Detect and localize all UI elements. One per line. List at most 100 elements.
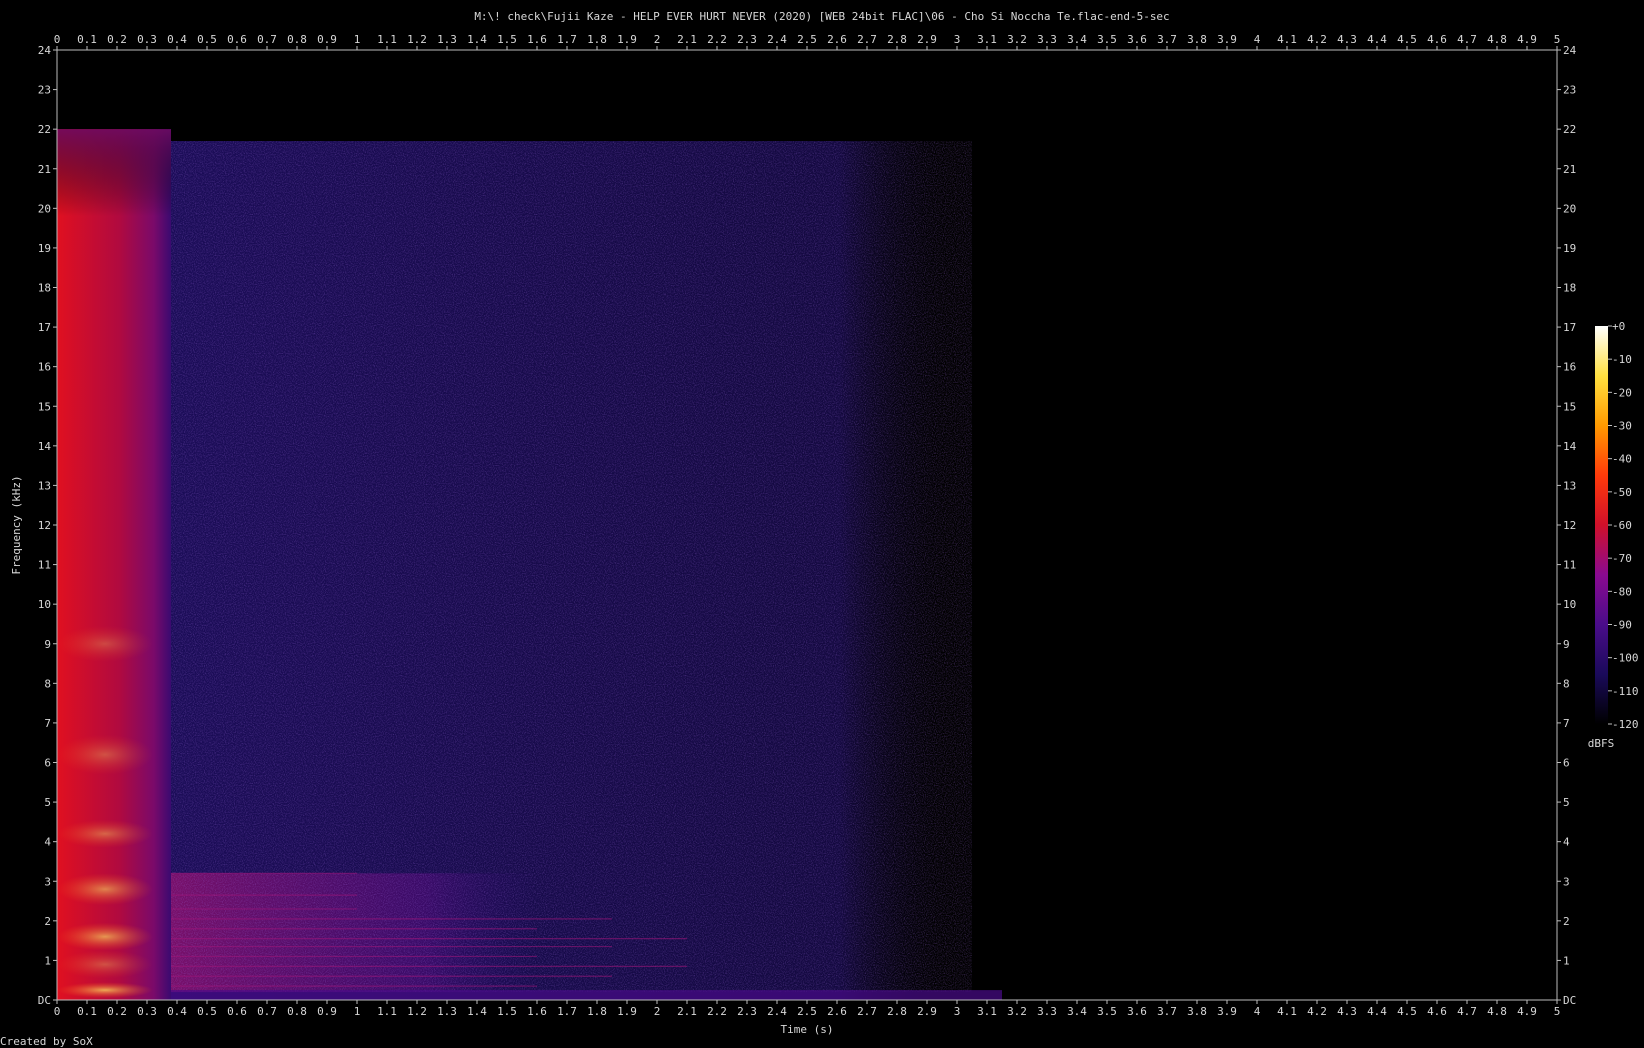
colorbar-tick-label: -100 [1612,652,1639,665]
x-tick-label: 5 [1554,1005,1561,1018]
y-tick-label: 7 [44,717,51,730]
x-tick-label: 0.3 [137,1005,157,1018]
y-tick-label: 18 [1563,282,1576,295]
colorbar: +0 -10 -20 -30 -40 -50 -60 -70 -80 -90 -100 -110 -12… [1588,320,1639,750]
x-tick-label: 2.4 [767,1005,787,1018]
x-tick-label: 0.9 [317,33,337,46]
x-tick-label: 1.4 [467,33,487,46]
y-tick-label: 12 [1563,519,1576,532]
y-tick-label: 24 [1563,44,1577,57]
x-tick-label: 1.5 [497,1005,517,1018]
chart-title: M:\! check\Fujii Kaze - HELP EVER HURT N… [474,10,1169,23]
x-tick-label: 4.9 [1517,1005,1537,1018]
y-tick-label: 19 [1563,242,1576,255]
energy-band [57,625,153,662]
colorbar-tick-label: -30 [1612,420,1632,433]
x-tick-label: 2.1 [677,33,697,46]
x-tick-label: 2.5 [797,1005,817,1018]
x-tick-label: 1.2 [407,1005,427,1018]
energy-band [57,922,153,951]
x-tick-label: 2.8 [887,1005,907,1018]
plot-area [56,49,1558,1001]
x-tick-label: 1.8 [587,1005,607,1018]
x-tick-label: 1.3 [437,33,457,46]
colorbar-tick-label: -80 [1612,585,1632,598]
energy-band [57,950,153,979]
x-tick-label: 1.3 [437,1005,457,1018]
x-tick-label: 1.4 [467,1005,487,1018]
x-tick-label: 1.9 [617,33,637,46]
x-tick-label: 2.9 [917,1005,937,1018]
y-tick-label: 9 [44,638,51,651]
x-tick-label: 0.3 [137,33,157,46]
x-tick-label: 2 [654,1005,661,1018]
x-tick-label: 2.1 [677,1005,697,1018]
x-tick-label: 1.5 [497,33,517,46]
x-tick-label: 1.1 [377,1005,397,1018]
colorbar-tick-label: -10 [1612,353,1632,366]
x-axis-label: Time (s) [781,1023,834,1036]
x-tick-label: 1 [354,1005,361,1018]
x-tick-label: 3.6 [1127,1005,1147,1018]
y-tick-label: 15 [38,400,51,413]
y-tick-label: 21 [1563,163,1576,176]
y-tick-label: 3 [44,875,51,888]
y-tick-label: 13 [1563,479,1576,492]
x-tick-label: 3.8 [1187,33,1207,46]
x-tick-label: 4.4 [1367,33,1387,46]
x-tick-label: 0.8 [287,1005,307,1018]
y-tick-label: 17 [38,321,51,334]
x-tick-label: 4.2 [1307,33,1327,46]
x-tick-label: 0.4 [167,1005,187,1018]
x-tick-label: 2.4 [767,33,787,46]
x-tick-label: 4.3 [1337,33,1357,46]
y-tick-label: 1 [44,954,51,967]
colorbar-tick-label: -60 [1612,519,1632,532]
y-tick-label: 11 [38,559,51,572]
dc-strip [171,990,1002,1000]
y-tick-label: 16 [1563,361,1576,374]
x-tick-label: 3.5 [1097,1005,1117,1018]
noise-texture [171,141,972,993]
y-tick-label: 22 [1563,123,1576,136]
x-tick-label: 4.1 [1277,33,1297,46]
x-tick-label: 4.2 [1307,1005,1327,1018]
y-axis-label: Frequency (kHz) [10,475,23,574]
energy-band [57,873,153,906]
y-tick-label: 2 [1563,915,1570,928]
x-tick-label: 1.7 [557,33,577,46]
y-tick-label: 18 [38,282,51,295]
x-tick-label: 2.3 [737,1005,757,1018]
x-tick-label: 0.2 [107,33,127,46]
x-tick-label: 0.7 [257,1005,277,1018]
x-tick-label: 1 [354,33,361,46]
x-tick-label: 4.4 [1367,1005,1387,1018]
x-tick-label: 3.3 [1037,33,1057,46]
y-tick-label: 13 [38,479,51,492]
y-tick-label: 11 [1563,559,1576,572]
y-tick-label: 8 [1563,677,1570,690]
y-tick-label: 2 [44,915,51,928]
x-tick-label: 4.5 [1397,1005,1417,1018]
x-tick-label: 2.5 [797,33,817,46]
x-tick-label: 3 [954,1005,961,1018]
x-tick-label: 3.9 [1217,33,1237,46]
x-tick-label: 4.9 [1517,33,1537,46]
x-tick-label: 4.3 [1337,1005,1357,1018]
x-tick-label: 1.6 [527,33,547,46]
colorbar-tick-label: -90 [1612,619,1632,632]
x-tick-label: 4.5 [1397,33,1417,46]
x-tick-label: 2.9 [917,33,937,46]
spectrogram-chart: M:\! check\Fujii Kaze - HELP EVER HURT N… [0,10,1639,1048]
x-tick-label: 2.2 [707,1005,727,1018]
x-tick-label: 0.2 [107,1005,127,1018]
x-tick-label: 0.9 [317,1005,337,1018]
y-tick-label: 10 [38,598,51,611]
y-tick-label: 5 [44,796,51,809]
y-tick-label: 7 [1563,717,1570,730]
x-tick-label: 4.6 [1427,33,1447,46]
y-tick-label: 23 [38,84,51,97]
spectrogram-details [57,129,1002,1000]
y-tick-label: 22 [38,123,51,136]
y-tick-label: 5 [1563,796,1570,809]
